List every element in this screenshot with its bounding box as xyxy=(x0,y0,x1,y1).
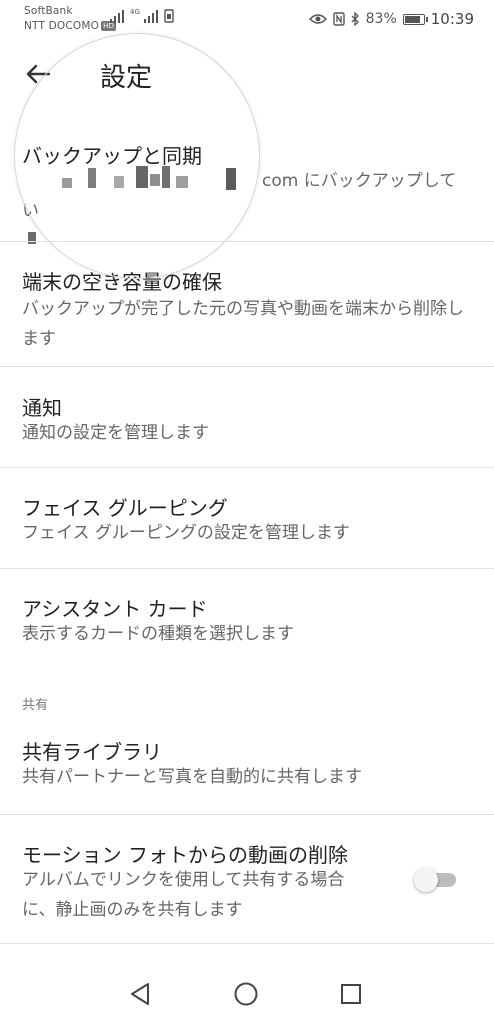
carrier-2-label: NTT DOCOMO xyxy=(24,20,100,32)
redacted-account xyxy=(22,166,262,194)
item-title: 端末の空き容量の確保 xyxy=(22,270,222,294)
list-item-shared-library[interactable]: 共有ライブラリ 共有パートナーと写真を自動的に共有します xyxy=(0,716,494,814)
network-type: 4G xyxy=(130,8,140,16)
divider xyxy=(0,943,494,944)
item-title: モーション フォトからの動画の削除 xyxy=(22,843,348,867)
signal-icons: 4G xyxy=(110,9,174,23)
item-title: 通知 xyxy=(22,396,62,420)
battery-icon xyxy=(402,13,428,25)
list-item-assistant-cards[interactable]: アシスタント カード 表示するカードの種類を選択します xyxy=(0,569,494,669)
bluetooth-icon xyxy=(351,12,359,26)
nav-home-button[interactable] xyxy=(230,978,262,1010)
item-subtitle: com にバックアップしてい xyxy=(22,166,472,246)
item-subtitle: 共有パートナーと写真を自動的に共有します xyxy=(22,767,362,787)
list-item-backup-sync[interactable]: バックアップと同期 com にバックアップしてい xyxy=(0,130,494,244)
status-bar: SoftBank NTT DOCOMO HD 4G 83% 10:39 xyxy=(0,0,494,40)
nav-recents-button[interactable] xyxy=(335,978,367,1010)
eye-comfort-icon xyxy=(308,14,327,24)
section-header-sharing: 共有 xyxy=(22,698,49,713)
system-nav-bar xyxy=(0,960,494,1024)
item-subtitle: 表示するカードの種類を選択します xyxy=(22,624,294,644)
clock: 10:39 xyxy=(430,10,474,28)
signal-1-icon xyxy=(110,9,124,23)
status-right: 83% 10:39 xyxy=(308,10,474,28)
item-title: バックアップと同期 xyxy=(22,144,202,168)
list-item-notifications[interactable]: 通知 通知の設定を管理します xyxy=(0,367,494,467)
item-title: 共有ライブラリ xyxy=(22,740,162,764)
motion-photo-toggle[interactable] xyxy=(414,868,456,892)
square-recents-icon xyxy=(341,984,361,1004)
carrier-1: SoftBank xyxy=(24,5,73,17)
item-subtitle: バックアップが完了した元の写真や動画を端末から削除します xyxy=(22,299,464,349)
item-title: フェイス グルーピング xyxy=(22,496,228,520)
sim-icon xyxy=(164,9,174,23)
list-item-face-grouping[interactable]: フェイス グルーピング フェイス グルーピングの設定を管理します xyxy=(0,468,494,568)
toggle-thumb xyxy=(414,868,438,892)
item-title: アシスタント カード xyxy=(22,597,208,621)
app-bar: 設定 xyxy=(0,48,494,104)
battery-percent: 83% xyxy=(365,11,397,27)
item-subtitle: フェイス グルーピングの設定を管理します xyxy=(22,523,350,543)
back-button[interactable] xyxy=(18,54,58,94)
page-title: 設定 xyxy=(100,63,153,93)
circle-home-icon xyxy=(234,982,258,1006)
item-subtitle: アルバムでリンクを使用して共有する場合に、静止画のみを共有します xyxy=(22,870,345,920)
item-subtitle: 通知の設定を管理します xyxy=(22,423,209,443)
nfc-icon xyxy=(332,12,345,26)
arrow-left-icon xyxy=(26,64,51,84)
settings-screen: SoftBank NTT DOCOMO HD 4G 83% 10:39 設定 バ… xyxy=(0,0,494,1024)
triangle-back-icon xyxy=(131,983,149,1005)
signal-2-icon xyxy=(143,9,158,23)
carrier-2: NTT DOCOMO HD xyxy=(24,20,117,32)
list-item-free-up-space[interactable]: 端末の空き容量の確保 バックアップが完了した元の写真や動画を端末から削除します xyxy=(0,242,494,366)
nav-back-button[interactable] xyxy=(124,978,156,1010)
